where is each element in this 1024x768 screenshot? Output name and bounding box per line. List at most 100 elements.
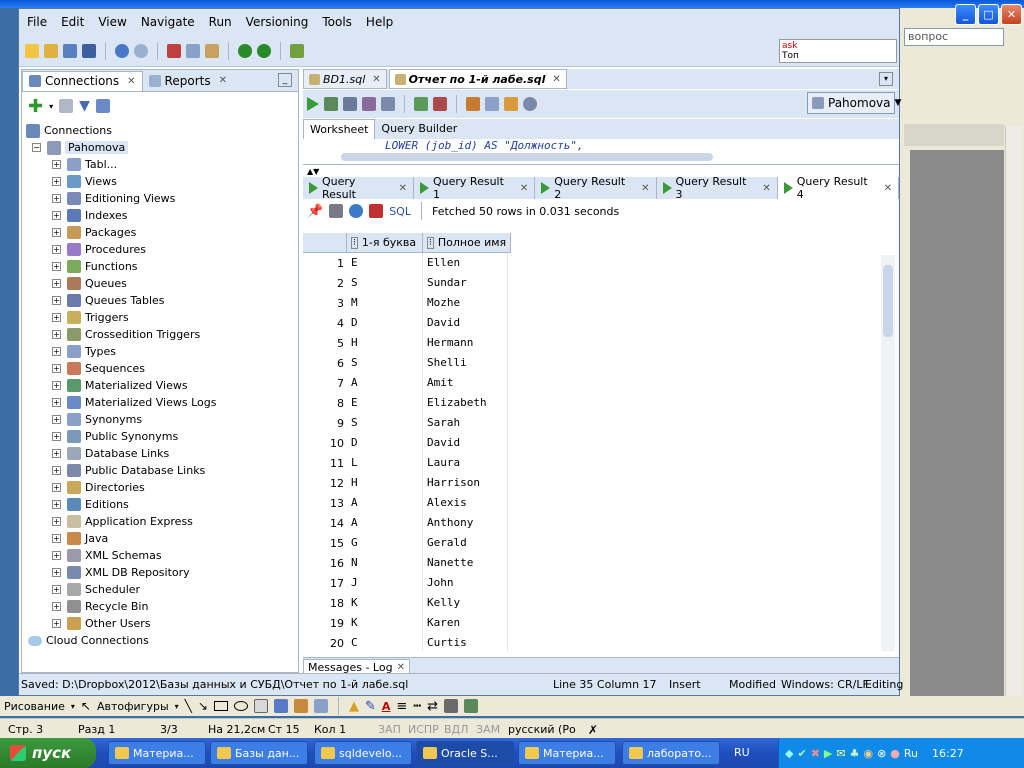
textbox-icon[interactable] [253,699,268,713]
line-icon[interactable]: ╲ [185,699,192,713]
tray-icon-1[interactable]: ◆ [785,747,793,760]
cell-first-letter[interactable]: H [347,333,423,353]
table-row[interactable]: 8 E Elizabeth [303,393,508,413]
expand-icon[interactable]: + [52,432,61,441]
expand-icon[interactable]: + [52,517,61,526]
tree-item-indexes[interactable]: + Indexes [22,207,298,224]
refresh-icon[interactable] [59,99,74,113]
filter-icon[interactable]: ▼ [79,98,90,114]
expand-icon[interactable]: + [52,279,61,288]
tray-icon-6[interactable]: ♣ [850,747,860,760]
chevron-down-icon[interactable]: ▾ [49,102,53,111]
save-icon[interactable] [63,43,77,58]
table-row[interactable]: 4 D David [303,313,508,333]
tree-cloud-connections[interactable]: Cloud Connections [22,632,298,649]
cell-full-name[interactable]: Hermann [423,333,508,353]
table-row[interactable]: 18 K Kelly [303,593,508,613]
cell-full-name[interactable]: Alexis [423,493,508,513]
tree-item-public-database-links[interactable]: + Public Database Links [22,462,298,479]
paste-icon[interactable] [205,43,219,58]
table-row[interactable]: 2 S Sundar [303,273,508,293]
taskbar-item-2[interactable]: sqldevelo... [314,741,412,765]
rectangle-icon[interactable] [213,701,228,711]
picture-icon[interactable] [313,699,328,713]
forward-icon[interactable] [257,43,271,58]
save-all-icon[interactable] [82,43,96,58]
connection-select[interactable]: Pahomova ▼ [807,92,901,114]
table-row[interactable]: 7 A Amit [303,373,508,393]
taskbar-item-5[interactable]: лаборато... [622,741,720,765]
tray-icon-8[interactable]: ⊗ [877,747,886,760]
expand-icon[interactable]: + [52,228,61,237]
expand-icon[interactable]: + [52,534,61,543]
tab-connections[interactable]: Connections ✕ [22,70,143,91]
cell-first-letter[interactable]: L [347,453,423,473]
tree-item-triggers[interactable]: + Triggers [22,309,298,326]
status-ovr[interactable]: ЗАМ [476,723,500,736]
expand-icon[interactable]: + [52,347,61,356]
undo-icon[interactable] [115,43,129,58]
close-icon[interactable]: ✕ [397,662,405,673]
close-icon[interactable]: ✕ [552,74,560,85]
cell-full-name[interactable]: Gerald [423,533,508,553]
shadow-icon[interactable] [444,699,459,713]
copy-icon[interactable] [186,43,200,58]
tree-item-queues[interactable]: + Queues [22,275,298,292]
arrow-icon[interactable]: ↘ [198,699,208,713]
run-statement-icon[interactable] [307,97,319,111]
cell-first-letter[interactable]: K [347,613,423,633]
cell-first-letter[interactable]: J [347,573,423,593]
column-header-full-name[interactable]: ⁝ Полное имя [423,233,511,253]
table-row[interactable]: 1 E Ellen [303,253,508,273]
status-trk[interactable]: ИСПР [408,723,439,736]
tab-report[interactable]: Отчет по 1-й лабе.sql ✕ [388,69,567,89]
cell-first-letter[interactable]: E [347,253,423,273]
cell-first-letter[interactable]: A [347,513,423,533]
menu-run[interactable]: Run [209,15,232,29]
expand-icon[interactable]: + [52,619,61,628]
table-row[interactable]: 9 S Sarah [303,413,508,433]
tree-item-queues-tables[interactable]: + Queues Tables [22,292,298,309]
cell-first-letter[interactable]: S [347,273,423,293]
expand-icon[interactable]: + [52,551,61,560]
close-icon[interactable]: ✕ [399,183,407,194]
cell-full-name[interactable]: Sarah [423,413,508,433]
status-ext[interactable]: ВДЛ [444,723,468,736]
cell-full-name[interactable]: Shelli [423,353,508,373]
cell-full-name[interactable]: Mozhe [423,293,508,313]
refresh-icon[interactable] [349,204,364,218]
3d-icon[interactable] [464,699,479,713]
schema-browser-icon[interactable] [95,99,110,113]
back-icon[interactable] [238,43,252,58]
run-script-icon[interactable] [324,97,338,111]
tree-item-public-synonyms[interactable]: + Public Synonyms [22,428,298,445]
expand-icon[interactable]: + [52,585,61,594]
table-row[interactable]: 13 A Alexis [303,493,508,513]
menu-view[interactable]: View [98,15,126,29]
tree-item-java[interactable]: + Java [22,530,298,547]
table-row[interactable]: 6 S Shelli [303,353,508,373]
maximize-button[interactable]: □ [978,4,999,25]
table-row[interactable]: 3 M Mozhe [303,293,508,313]
tab-list-icon[interactable]: ▾ [879,72,893,86]
menu-tools[interactable]: Tools [322,15,352,29]
cell-first-letter[interactable]: C [347,633,423,651]
table-row[interactable]: 12 H Harrison [303,473,508,493]
taskbar-item-1[interactable]: Базы дан... [210,741,308,765]
word-scrollbar[interactable] [1005,126,1022,696]
pin-icon[interactable]: 📌 [307,204,323,219]
close-icon[interactable]: ✕ [641,183,649,194]
expand-icon[interactable]: + [52,602,61,611]
cell-first-letter[interactable]: G [347,533,423,553]
expand-icon[interactable]: + [52,296,61,305]
expand-icon[interactable]: + [52,160,61,169]
table-row[interactable]: 10 D David [303,433,508,453]
arrow-style-icon[interactable]: ⇄ [427,699,438,714]
table-row[interactable]: 16 N Nanette [303,553,508,573]
collapse-icon[interactable]: − [32,143,41,152]
close-icon[interactable]: ✕ [884,183,892,194]
taskbar-item-3[interactable]: Oracle S... [416,741,514,765]
editor-horizontal-scrollbar[interactable] [341,153,713,161]
table-row[interactable]: 14 A Anthony [303,513,508,533]
sql-worksheet-icon[interactable] [290,43,304,58]
